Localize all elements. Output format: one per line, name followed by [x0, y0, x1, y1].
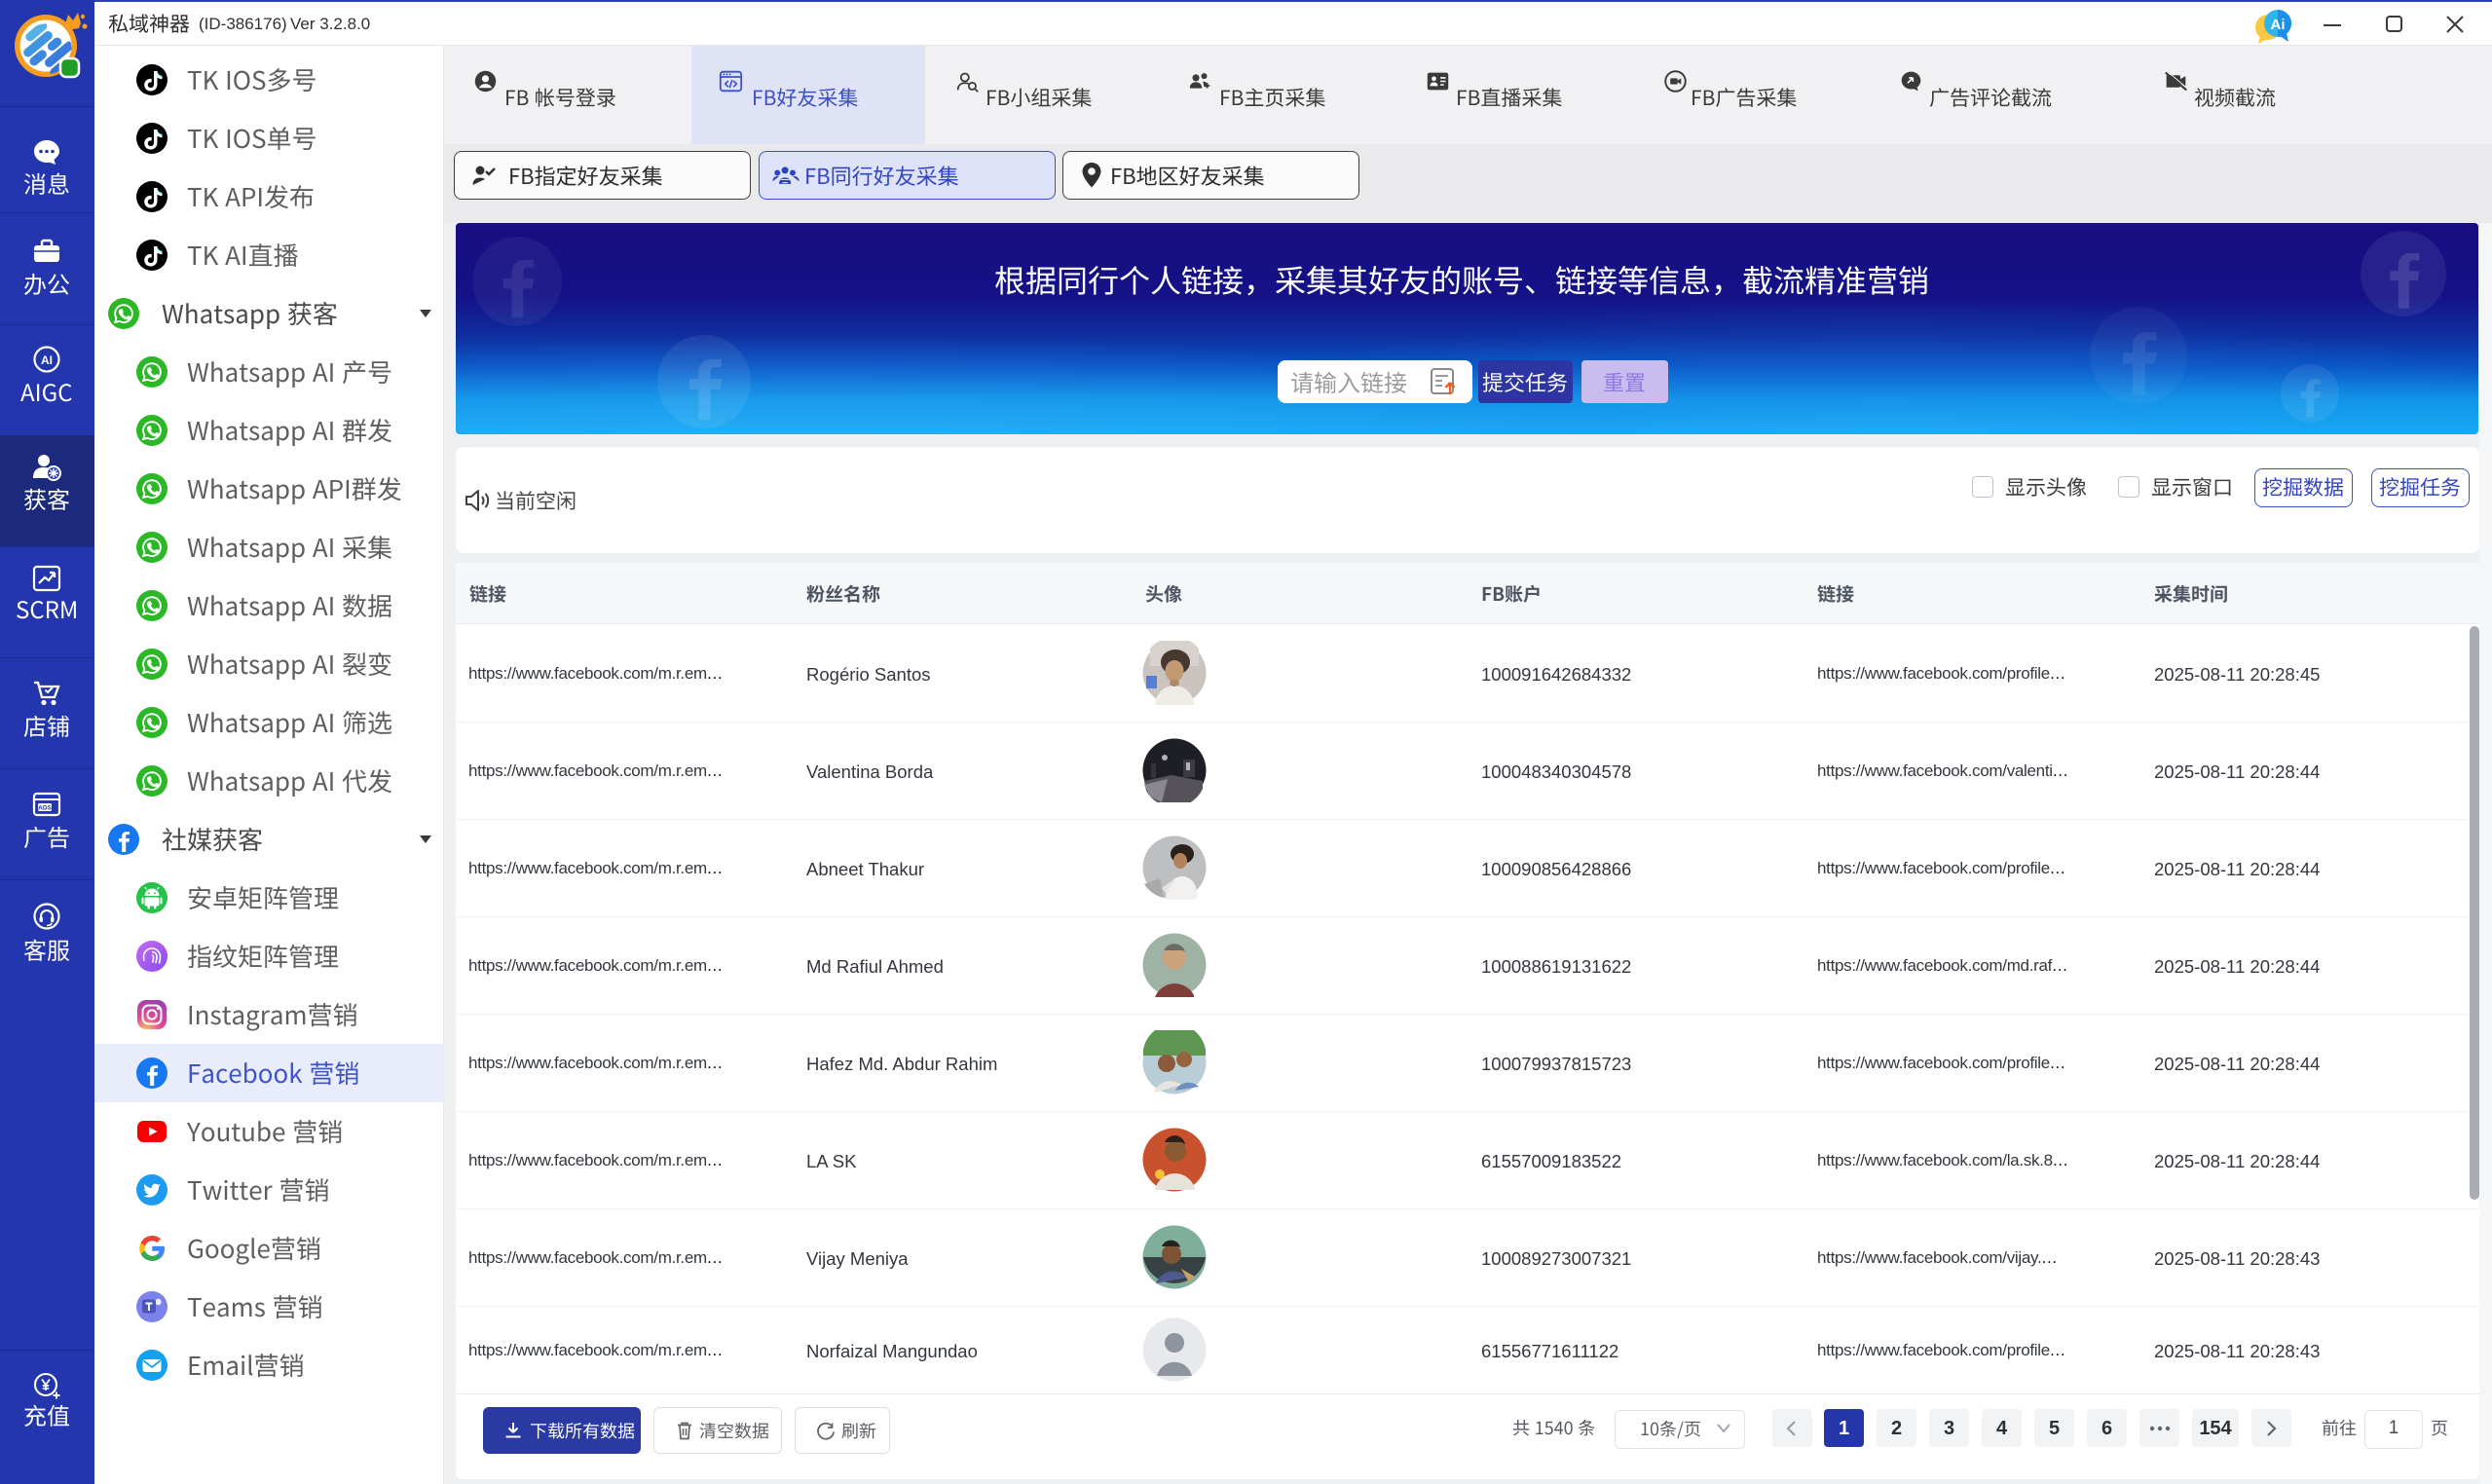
- svg-text:Ai: Ai: [2271, 17, 2286, 33]
- svg-text:ADS: ADS: [38, 805, 52, 812]
- svg-text:AI: AI: [41, 353, 53, 367]
